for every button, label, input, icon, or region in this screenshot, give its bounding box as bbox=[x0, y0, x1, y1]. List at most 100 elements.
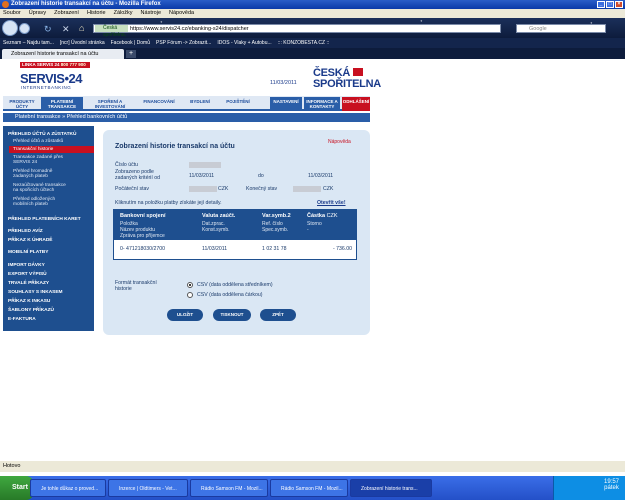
print-button[interactable]: TISKNOUT bbox=[213, 309, 251, 321]
sidebar-platebni-karty[interactable]: PŘEHLED PLATEBNÍCH KARET bbox=[8, 217, 81, 222]
sidebar-sablony[interactable]: ŠABLONY PŘÍKAZŮ bbox=[8, 308, 54, 313]
nav-platebni[interactable]: PLATEBNÍ TRANSAKCE bbox=[41, 97, 83, 111]
status-bar: Hotovo bbox=[0, 461, 625, 472]
bookmark-seznam[interactable]: Seznam – Najdu tam... bbox=[3, 38, 54, 48]
sidebar-import[interactable]: IMPORT DÁVKY bbox=[8, 263, 45, 268]
sidebar-transakcni-historie[interactable]: Transakční historie bbox=[9, 146, 94, 153]
date-from: 11/03/2011 bbox=[189, 173, 215, 179]
detail-hint: Kliknutím na položku platby získáte její… bbox=[115, 200, 222, 206]
hotline-badge: LINKA SERVIS 24 800 777 900 bbox=[20, 62, 90, 68]
main-navigation: PRODUKTY ÚČTY PLATEBNÍ TRANSAKCE SPOŘENÍ… bbox=[3, 96, 370, 111]
nav-nastaveni[interactable]: NASTAVENÍ bbox=[270, 97, 302, 111]
table-row[interactable]: 0- 471218030/2700 11/03/2011 1 02 31 78 … bbox=[114, 246, 356, 256]
menu-zalozky[interactable]: Záložky bbox=[114, 9, 133, 18]
breadcrumb: Platební transakce » Přehled bankovních … bbox=[3, 113, 370, 122]
col-varsymb: Var.symb.2 bbox=[262, 213, 291, 219]
date-to: 11/03/2011 bbox=[308, 173, 334, 179]
current-date: 11/03/2011 bbox=[270, 80, 297, 86]
servis24-logo[interactable]: SERVIS•24 bbox=[20, 71, 82, 86]
back-button-icon[interactable] bbox=[2, 20, 18, 36]
tab-label: Zobrazení historie transakcí na účtu bbox=[11, 51, 99, 57]
sidebar-trvale[interactable]: TRVALÉ PŘÍKAZY bbox=[8, 281, 49, 286]
taskbar: Start Je tohle důkaz o proved... Inzerce… bbox=[0, 476, 625, 500]
back-button[interactable]: ZPĚT bbox=[260, 309, 296, 321]
taskbar-item-4[interactable]: Rádio Samson FM - Mozil... bbox=[270, 479, 348, 497]
sidebar-transakce-zadane[interactable]: Transakce zadané přes SERVIS 24 bbox=[13, 155, 63, 165]
nav-produkty[interactable]: PRODUKTY ÚČTY bbox=[5, 97, 39, 111]
sidebar-inkaso[interactable]: PŘÍKAZ K INKASU bbox=[8, 299, 50, 304]
csv-comma-radio[interactable] bbox=[187, 292, 193, 298]
col-dash: - bbox=[307, 227, 309, 233]
col-storno: Storno bbox=[307, 221, 322, 227]
sidebar-efaktura[interactable]: E-FAKTURA bbox=[8, 317, 36, 322]
taskbar-item-1[interactable]: Je tohle důkaz o proved... bbox=[30, 479, 106, 497]
menu-upravy[interactable]: Úpravy bbox=[29, 9, 46, 18]
bookmark-konzobesta[interactable]: ::: KONZOBESTA.CZ :: bbox=[278, 38, 330, 48]
nav-pojisteni[interactable]: POJIŠTĚNÍ bbox=[219, 97, 257, 111]
sidebar-souhlasy[interactable]: SOUHLASY S INKASEM bbox=[8, 290, 63, 295]
menu-napoveda[interactable]: Nápověda bbox=[169, 9, 194, 18]
sidebar-nezauctovane[interactable]: Nezaúčtované transakce na spořicích účtec… bbox=[13, 183, 66, 193]
csv-semicolon-radio[interactable] bbox=[187, 282, 193, 288]
col-valuta: Valuta zaúčt. bbox=[202, 213, 236, 219]
save-button[interactable]: ULOŽIT bbox=[167, 309, 203, 321]
account-number-redacted bbox=[189, 162, 221, 168]
bookmark-idos[interactable]: IDOS - Vlaky + Autobu... bbox=[217, 38, 271, 48]
window-title: Zobrazení historie transakcí na účtu - M… bbox=[11, 1, 161, 7]
col-castka: Částka CZK bbox=[307, 213, 338, 219]
sidebar-mobilni[interactable]: MOBILNÍ PLATBY bbox=[8, 250, 48, 255]
sidebar-avizo[interactable]: PŘEHLED AVÍZ bbox=[8, 229, 43, 234]
start-button[interactable]: Start bbox=[0, 476, 34, 500]
close-button[interactable]: × bbox=[615, 1, 623, 8]
tab-active[interactable]: Zobrazení historie transakcí na účtu bbox=[2, 49, 124, 59]
opening-balance-label: Počáteční stav bbox=[115, 186, 150, 192]
clock[interactable]: 19:57 pátek bbox=[604, 479, 619, 491]
nav-sporeni[interactable]: SPOŘENÍ A INVESTOVÁNÍ bbox=[85, 97, 135, 111]
url-text: https://www.servis24.cz/ebanking-s24/dis… bbox=[130, 26, 249, 32]
menu-nastroje[interactable]: Nástroje bbox=[141, 9, 161, 18]
page-title: Zobrazení historie transakcí na účtu bbox=[115, 143, 235, 150]
sidebar-odlozene[interactable]: Přehled odložených mobilních plateb bbox=[13, 197, 55, 207]
bookmark-ncr[interactable]: [ncr] Úvodní stránka bbox=[60, 38, 105, 48]
help-link[interactable]: Nápověda bbox=[328, 139, 351, 145]
account-number-label: Číslo účtu bbox=[115, 162, 139, 168]
url-bar[interactable]: Česká spořitelna, a.s. [CZ] https://www.… bbox=[93, 24, 501, 45]
home-icon[interactable]: ⌂ bbox=[79, 23, 84, 33]
bookmarks-toolbar: Seznam – Najdu tam... [ncr] Úvodní strán… bbox=[0, 38, 625, 48]
nav-informace[interactable]: INFORMACE A KONTAKTY bbox=[304, 97, 340, 111]
sidebar-prehled-uctu[interactable]: Přehled účtů a zůstatků bbox=[13, 139, 63, 144]
sidebar-hromadne[interactable]: Přehled hromadně zadaných plateb bbox=[13, 169, 52, 179]
taskbar-item-3[interactable]: Rádio Samson FM - Mozil... bbox=[190, 479, 268, 497]
format-label-2: historie bbox=[115, 286, 132, 292]
new-tab-button[interactable]: + bbox=[126, 50, 136, 58]
menu-soubor[interactable]: Soubor bbox=[3, 9, 21, 18]
sidebar-prikaz[interactable]: PŘÍKAZ K ÚHRADĚ bbox=[8, 238, 53, 243]
bookmark-facebook[interactable]: Facebook | Domů bbox=[111, 38, 150, 48]
sidebar-prehled[interactable]: PŘEHLED ÚČTŮ A ZŮSTATKŮ bbox=[8, 132, 76, 137]
row-account: 0- 471218030/2700 bbox=[120, 246, 166, 252]
sidebar-export[interactable]: EXPORT VÝPISŮ bbox=[8, 272, 47, 277]
row-vs: 1 02 31 78 bbox=[262, 246, 287, 252]
nav-financovani[interactable]: FINANCOVÁNÍ bbox=[137, 97, 181, 111]
nav-odhlaseni[interactable]: ODHLÁŠENÍ bbox=[342, 97, 370, 111]
col-spec: Spec.symb. bbox=[262, 227, 289, 233]
date-to-label: do bbox=[258, 173, 264, 179]
window-titlebar: Zobrazení historie transakcí na účtu - M… bbox=[0, 0, 625, 9]
taskbar-item-2[interactable]: Inzerce | Oldtimers - Vet... bbox=[108, 479, 188, 497]
taskbar-item-5[interactable]: Zobrazení historie trans... bbox=[350, 479, 432, 497]
menu-zobrazeni[interactable]: Zobrazení bbox=[54, 9, 79, 18]
reload-icon[interactable]: ↻ bbox=[44, 24, 52, 35]
site-identity[interactable]: Česká spořitelna, a.s. [CZ] bbox=[95, 25, 128, 45]
maximize-button[interactable]: □ bbox=[606, 1, 614, 8]
closing-balance-redacted bbox=[293, 186, 321, 192]
bookmark-psp[interactable]: PSP Fórum -> Zobrazit... bbox=[156, 38, 211, 48]
closing-balance-currency: CZK bbox=[323, 186, 334, 192]
stop-icon[interactable]: ✕ bbox=[62, 24, 70, 35]
minimize-button[interactable]: _ bbox=[597, 1, 605, 8]
menu-historie[interactable]: Historie bbox=[87, 9, 106, 18]
forward-button-icon[interactable] bbox=[19, 23, 30, 34]
closing-balance-label: Konečný stav bbox=[246, 186, 278, 192]
search-input[interactable]: Google bbox=[516, 24, 606, 33]
nav-bydleni[interactable]: BYDLENÍ bbox=[183, 97, 217, 111]
open-all-link[interactable]: Otevřít vše! bbox=[317, 200, 346, 206]
